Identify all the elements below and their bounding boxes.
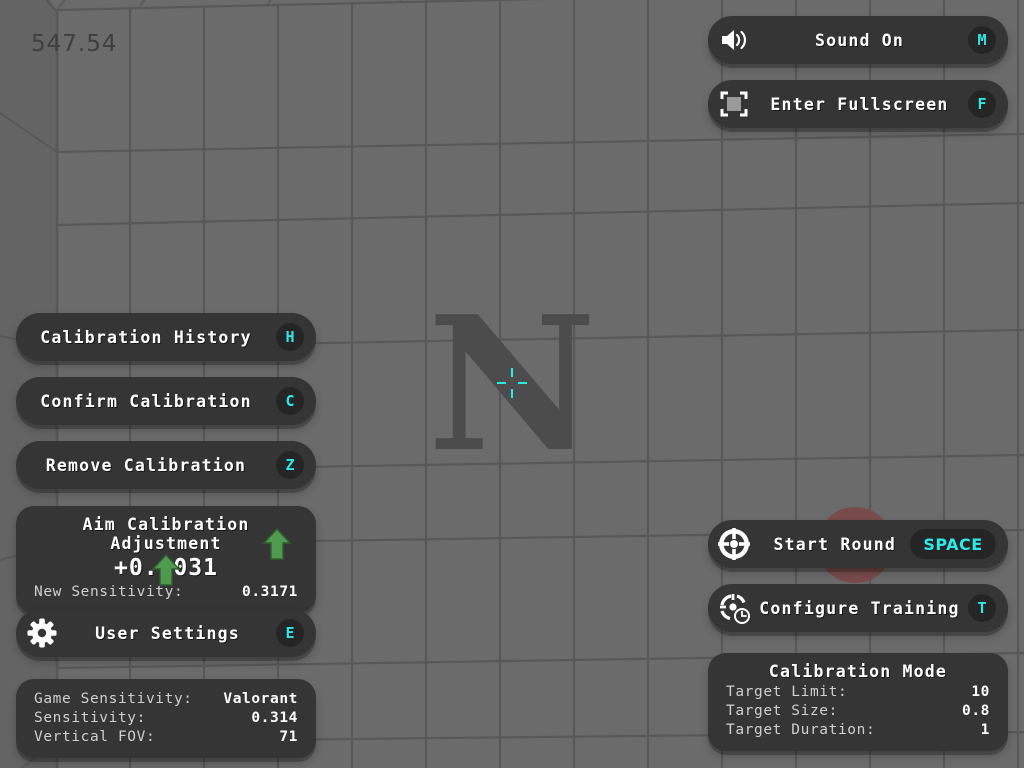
user-settings-keycap: E <box>276 619 304 647</box>
user-settings-button[interactable]: User Settings E <box>16 609 316 657</box>
user-settings-card: Game Sensitivity: Valorant Sensitivity: … <box>16 679 316 758</box>
user-settings-label: User Settings <box>95 623 240 643</box>
target-size-value: 0.8 <box>962 703 990 719</box>
target-duration-value: 1 <box>980 722 990 738</box>
sensitivity-value: 0.314 <box>251 710 298 726</box>
confirm-calibration-keycap: C <box>276 387 304 415</box>
confirm-calibration-button[interactable]: Confirm Calibration C <box>16 377 316 425</box>
start-round-keycap: SPACE <box>910 529 996 559</box>
sensitivity-label: Sensitivity: <box>34 710 146 726</box>
fullscreen-icon <box>717 87 751 121</box>
remove-calibration-keycap: Z <box>276 451 304 479</box>
calibration-mode-row: Target Limit: 10 <box>726 683 990 702</box>
configure-training-keycap: T <box>968 594 996 622</box>
vertical-fov-value: 71 <box>279 729 298 745</box>
settings-row: Game Sensitivity: Valorant <box>34 690 298 709</box>
crosshair-segment-left <box>497 382 506 384</box>
gear-icon <box>25 616 59 650</box>
target-limit-value: 10 <box>971 684 990 700</box>
settings-row: Sensitivity: 0.314 <box>34 709 298 728</box>
configure-training-button[interactable]: Configure Training T <box>708 584 1008 632</box>
remove-calibration-label: Remove Calibration <box>45 455 247 475</box>
new-sensitivity-value: 0.3171 <box>242 584 298 600</box>
calibration-history-label: Calibration History <box>40 327 252 347</box>
crosshair-segment-right <box>518 382 527 384</box>
fullscreen-button[interactable]: Enter Fullscreen F <box>708 80 1008 128</box>
remove-calibration-button[interactable]: Remove Calibration Z <box>16 441 316 489</box>
calibration-mode-row: Target Size: 0.8 <box>726 702 990 721</box>
calibration-history-keycap: H <box>276 323 304 351</box>
calibration-mode-title: Calibration Mode <box>768 662 948 681</box>
calibration-history-button[interactable]: Calibration History H <box>16 313 316 361</box>
fullscreen-keycap: F <box>968 90 996 118</box>
sound-toggle-button[interactable]: Sound On M <box>708 16 1008 64</box>
crosshair-target-icon <box>717 527 751 561</box>
sound-toggle-keycap: M <box>968 26 996 54</box>
vertical-fov-label: Vertical FOV: <box>34 729 156 745</box>
crosshair-segment-top <box>511 368 513 377</box>
calibration-mode-row: Target Duration: 1 <box>726 721 990 740</box>
new-sensitivity-label: New Sensitivity: <box>34 584 184 600</box>
game-viewport: N 547.54 Sound On M Enter Fullscreen F C… <box>0 0 1024 768</box>
confirm-calibration-label: Confirm Calibration <box>40 391 252 411</box>
configure-training-label: Configure Training <box>759 598 960 618</box>
game-sensitivity-label: Game Sensitivity: <box>34 691 193 707</box>
target-duration-label: Target Duration: <box>726 722 876 738</box>
fullscreen-label: Enter Fullscreen <box>770 94 949 114</box>
calibration-mode-card: Calibration Mode Target Limit: 10 Target… <box>708 653 1008 751</box>
speaker-on-icon <box>717 23 751 57</box>
aim-calibration-adjustment-card: Aim Calibration Adjustment +0.0031 New S… <box>16 506 316 613</box>
game-sensitivity-value: Valorant <box>223 691 298 707</box>
adjustment-title: Aim Calibration Adjustment <box>82 515 250 553</box>
start-round-button[interactable]: Start Round SPACE <box>708 520 1008 568</box>
adjustment-value: +0.0031 <box>114 555 218 581</box>
settings-row: Vertical FOV: 71 <box>34 728 298 747</box>
target-size-label: Target Size: <box>726 703 838 719</box>
target-clock-icon <box>717 591 751 625</box>
distance-readout: 547.54 <box>31 31 118 57</box>
target-limit-label: Target Limit: <box>726 684 848 700</box>
sound-toggle-label: Sound On <box>814 30 905 50</box>
start-round-label: Start Round <box>773 534 896 554</box>
crosshair-segment-bottom <box>511 389 513 398</box>
